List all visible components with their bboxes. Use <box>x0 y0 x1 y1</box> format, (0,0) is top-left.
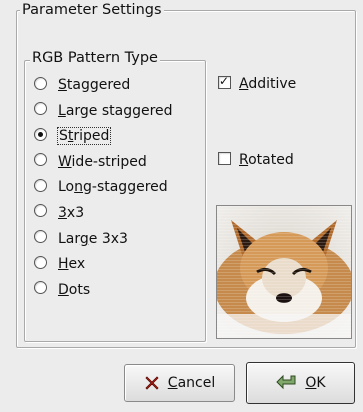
radio-label: Striped <box>56 127 112 146</box>
rotated-label: Rotated <box>239 152 294 168</box>
radio-staggered[interactable]: Staggered <box>34 73 173 99</box>
radio-label: Long-staggered <box>58 179 168 196</box>
radio-button[interactable] <box>34 102 47 116</box>
cancel-x-icon <box>144 375 160 391</box>
radio-large-staggered[interactable]: Large staggered <box>34 99 173 125</box>
radio-button[interactable] <box>34 204 47 218</box>
radio-wide-striped[interactable]: Wide-striped <box>34 150 173 176</box>
radio-3x3[interactable]: 3x3 <box>34 201 173 227</box>
radio-label: Wide-striped <box>58 153 147 170</box>
additive-label: Additive <box>239 76 297 92</box>
radio-label: 3x3 <box>58 204 85 221</box>
radio-button[interactable] <box>34 255 47 269</box>
fox-preview-icon <box>217 206 351 338</box>
radio-large-3x3[interactable]: Large 3x3 <box>34 227 173 253</box>
additive-checkbox[interactable]: ✓ <box>218 73 231 89</box>
parameter-settings-title: Parameter Settings <box>20 2 164 18</box>
additive-checkbox-row[interactable]: ✓ Additive <box>218 74 296 94</box>
rgb-pattern-radio-group: Staggered Large staggered Striped Wide-s… <box>34 73 173 303</box>
ok-label: OK <box>305 375 326 391</box>
rotated-checkbox[interactable] <box>218 151 231 165</box>
radio-button[interactable] <box>34 153 47 167</box>
cancel-button[interactable]: Cancel <box>124 364 235 402</box>
radio-long-staggered[interactable]: Long-staggered <box>34 175 173 201</box>
ok-button[interactable]: OK <box>246 362 355 404</box>
radio-label: Dots <box>58 281 91 298</box>
preview-image <box>216 205 352 339</box>
radio-button[interactable] <box>34 127 47 141</box>
checkmark-icon: ✓ <box>219 73 230 88</box>
radio-button[interactable] <box>34 178 47 192</box>
radio-dots[interactable]: Dots <box>34 278 173 304</box>
radio-hex[interactable]: Hex <box>34 252 173 278</box>
rgb-pattern-title: RGB Pattern Type <box>30 50 160 66</box>
radio-label: Large 3x3 <box>58 230 128 247</box>
radio-striped[interactable]: Striped <box>34 124 173 150</box>
radio-button[interactable] <box>34 230 47 244</box>
rotated-checkbox-row[interactable]: Rotated <box>218 150 294 170</box>
radio-button[interactable] <box>34 281 47 295</box>
radio-label: Large staggered <box>58 102 173 119</box>
radio-button[interactable] <box>34 76 47 90</box>
radio-label: Staggered <box>58 77 131 93</box>
radio-label: Hex <box>58 256 86 273</box>
ok-arrow-icon <box>275 374 297 392</box>
cancel-label: Cancel <box>167 375 216 391</box>
